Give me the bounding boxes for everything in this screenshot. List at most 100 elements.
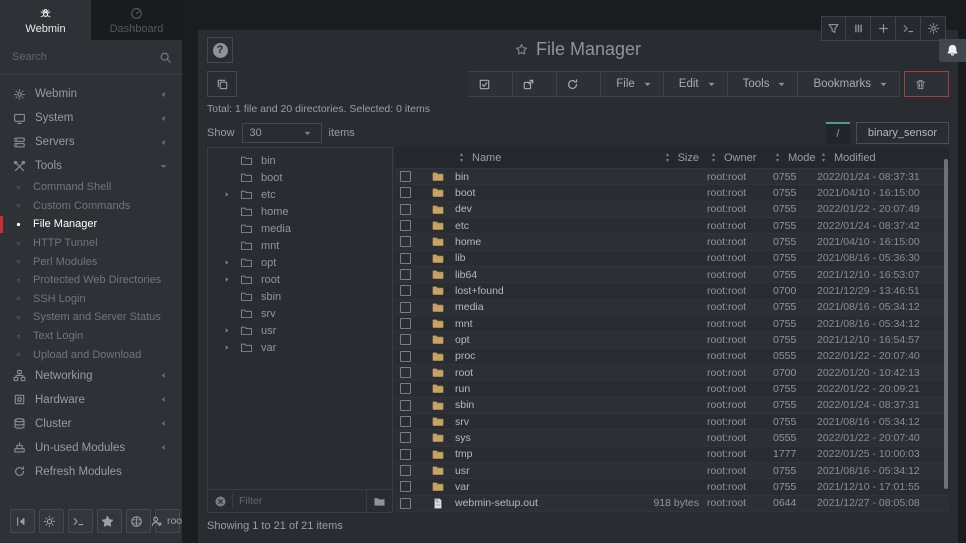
sidebar-item-refresh-modules[interactable]: Refresh Modules [0, 460, 182, 484]
row-checkbox[interactable] [400, 269, 411, 280]
column-header-name[interactable]: Name [455, 151, 611, 164]
edit-menu-button[interactable]: Edit [664, 71, 728, 97]
lib[interactable]: lib root:root 0755 2021/08/16 - 05:36:30 [395, 251, 949, 267]
proc[interactable]: proc root:root 0555 2022/01/22 - 20:07:4… [395, 349, 949, 365]
sidebar-item-text-login[interactable]: Text Login [0, 327, 182, 346]
cell-name[interactable]: var [455, 481, 611, 493]
settings-button[interactable] [921, 16, 946, 41]
columns-button[interactable] [846, 16, 871, 41]
home[interactable]: home root:root 0755 2021/04/10 - 16:15:0… [395, 234, 949, 250]
tmp[interactable]: tmp root:root 1777 2022/01/25 - 10:00:03 [395, 447, 949, 463]
table-scrollbar[interactable] [944, 159, 948, 489]
sidebar-item-file-manager[interactable]: File Manager [0, 215, 182, 234]
sidebar-item-networking[interactable]: Networking [0, 364, 182, 388]
column-header-size[interactable]: Size [611, 151, 701, 164]
cell-name[interactable]: boot [455, 187, 611, 199]
sidebar-item-protected-web-directories[interactable]: Protected Web Directories [0, 271, 182, 290]
etc[interactable]: etc root:root 0755 2022/01/24 - 08:37:42 [395, 218, 949, 234]
theme-toggle-button[interactable] [39, 509, 64, 533]
row-checkbox[interactable] [400, 383, 411, 394]
row-checkbox[interactable] [400, 318, 411, 329]
tab-webmin[interactable]: Webmin [0, 0, 91, 40]
row-checkbox[interactable] [400, 334, 411, 345]
row-checkbox[interactable] [400, 367, 411, 378]
tree-item[interactable]: boot [208, 169, 392, 186]
cell-name[interactable]: dev [455, 203, 611, 215]
tree-item[interactable]: media [208, 220, 392, 237]
sidebar-item-un-used-modules[interactable]: Un-used Modules [0, 436, 182, 460]
column-header-modified[interactable]: Modified [817, 151, 939, 164]
mnt[interactable]: mnt root:root 0755 2021/08/16 - 05:34:12 [395, 316, 949, 332]
cell-name[interactable]: usr [455, 465, 611, 477]
goto-folder-button[interactable] [366, 490, 392, 512]
tree-item[interactable]: etc [208, 186, 392, 203]
cell-name[interactable]: opt [455, 334, 611, 346]
bin[interactable]: bin root:root 0755 2022/01/24 - 08:37:31 [395, 169, 949, 185]
tree-item[interactable]: srv [208, 305, 392, 322]
tree-item[interactable]: home [208, 203, 392, 220]
notifications-bell-button[interactable] [939, 39, 966, 62]
tree-item[interactable]: var [208, 339, 392, 356]
tree-item[interactable]: bin [208, 152, 392, 169]
paste-export-button[interactable] [513, 71, 557, 97]
star-icon[interactable] [515, 43, 528, 56]
trash-button[interactable] [904, 71, 949, 97]
cell-name[interactable]: etc [455, 220, 611, 232]
row-checkbox[interactable] [400, 400, 411, 411]
row-checkbox[interactable] [400, 481, 411, 492]
shell-button[interactable] [68, 509, 93, 533]
row-checkbox[interactable] [400, 285, 411, 296]
cell-name[interactable]: sbin [455, 399, 611, 411]
cell-name[interactable]: lib64 [455, 269, 611, 281]
cell-name[interactable]: proc [455, 350, 611, 362]
collapse-sidebar-button[interactable] [10, 509, 35, 533]
sidebar-item-tools[interactable]: Tools [0, 154, 182, 178]
caret-right-icon[interactable] [222, 256, 232, 269]
root[interactable]: root root:root 0700 2022/01/20 - 10:42:1… [395, 365, 949, 381]
cell-name[interactable]: lib [455, 252, 611, 264]
sidebar-item-perl-modules[interactable]: Perl Modules [0, 252, 182, 271]
sidebar-item-cluster[interactable]: Cluster [0, 412, 182, 436]
row-checkbox[interactable] [400, 351, 411, 362]
cell-name[interactable]: run [455, 383, 611, 395]
cell-name[interactable]: media [455, 301, 611, 313]
cell-name[interactable]: root [455, 367, 611, 379]
row-checkbox[interactable] [400, 302, 411, 313]
sidebar-item-upload-and-download[interactable]: Upload and Download [0, 345, 182, 364]
tree-item[interactable]: mnt [208, 237, 392, 254]
sort-icon[interactable] [661, 151, 674, 164]
filter-button[interactable] [821, 16, 846, 41]
file-menu-button[interactable]: File [601, 71, 664, 97]
tree-filter-input[interactable] [232, 494, 366, 508]
clear-filter-icon[interactable] [214, 495, 227, 508]
cell-name[interactable]: mnt [455, 318, 611, 330]
sidebar-item-ssh-login[interactable]: SSH Login [0, 290, 182, 309]
tree-item[interactable]: root [208, 271, 392, 288]
cell-name[interactable]: srv [455, 416, 611, 428]
sidebar-item-system-and-server-status[interactable]: System and Server Status [0, 308, 182, 327]
row-checkbox[interactable] [400, 432, 411, 443]
row-checkbox[interactable] [400, 449, 411, 460]
search-input[interactable] [0, 51, 182, 63]
sidebar-item-command-shell[interactable]: Command Shell [0, 178, 182, 197]
sbin[interactable]: sbin root:root 0755 2022/01/24 - 08:37:3… [395, 398, 949, 414]
sidebar-item-servers[interactable]: Servers [0, 130, 182, 154]
breadcrumb-current[interactable]: binary_sensor [856, 122, 949, 144]
tools-menu-button[interactable]: Tools [728, 71, 799, 97]
webmin-setup.out[interactable]: webmin-setup.out 918 bytes root:root 064… [395, 496, 949, 512]
language-theme-button[interactable] [126, 509, 151, 533]
tree-item[interactable]: sbin [208, 288, 392, 305]
row-checkbox[interactable] [400, 465, 411, 476]
dev[interactable]: dev root:root 0755 2022/01/22 - 20:07:49 [395, 202, 949, 218]
sidebar-item-custom-commands[interactable]: Custom Commands [0, 197, 182, 216]
var[interactable]: var root:root 0755 2021/12/10 - 17:01:55 [395, 479, 949, 495]
favorites-button[interactable] [97, 509, 122, 533]
caret-right-icon[interactable] [222, 273, 232, 286]
caret-right-icon[interactable] [222, 341, 232, 354]
sort-icon[interactable] [707, 151, 720, 164]
sidebar-item-http-tunnel[interactable]: HTTP Tunnel [0, 234, 182, 253]
row-checkbox[interactable] [400, 171, 411, 182]
sort-icon[interactable] [771, 151, 784, 164]
row-checkbox[interactable] [400, 236, 411, 247]
copy-path-button[interactable] [207, 71, 237, 97]
